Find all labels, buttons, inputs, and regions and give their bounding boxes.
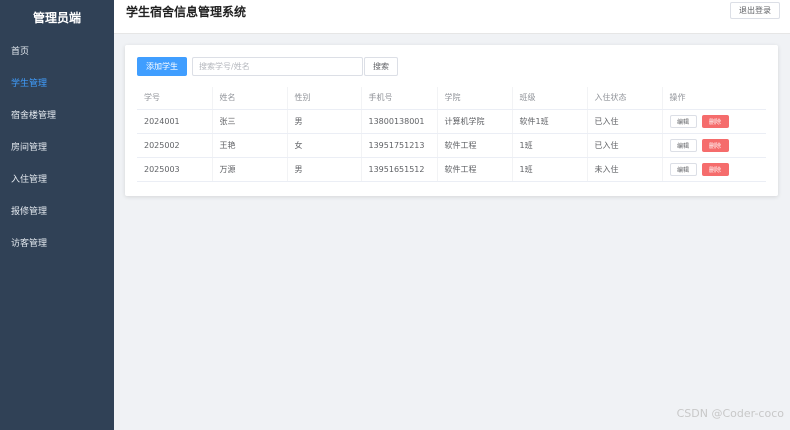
sidebar-item-home[interactable]: 首页 [0, 36, 114, 68]
search-button[interactable]: 搜索 [364, 57, 398, 76]
cell-phone: 13951751213 [361, 133, 438, 158]
column-header-actions: 操作 [662, 87, 766, 110]
cell-class: 1班 [512, 133, 588, 158]
sidebar-item-students[interactable]: 学生管理 [0, 68, 114, 100]
cell-student-id: 2025002 [137, 133, 213, 158]
cell-class: 1班 [512, 157, 588, 182]
table-header-row: 学号 姓名 性别 手机号 学院 班级 入住状态 操作 [137, 87, 766, 110]
cell-name: 万源 [212, 157, 288, 182]
cell-name: 王艳 [212, 133, 288, 158]
cell-actions: 编辑 删除 [662, 109, 766, 134]
cell-status: 未入住 [587, 157, 663, 182]
column-header-status: 入住状态 [587, 87, 663, 110]
sidebar-menu: 首页 学生管理 宿舍楼管理 房间管理 入住管理 报修管理 访客管理 [0, 36, 114, 260]
student-card: 添加学生 搜索 学号 姓名 性别 手机号 学院 班级 入住状态 操作 202 [125, 45, 778, 196]
edit-button[interactable]: 编辑 [669, 138, 697, 152]
sidebar-item-checkin[interactable]: 入住管理 [0, 164, 114, 196]
cell-actions: 编辑 删除 [662, 133, 766, 158]
delete-button[interactable]: 删除 [701, 114, 729, 128]
cell-status: 已入住 [587, 109, 663, 134]
cell-gender: 男 [287, 157, 362, 182]
sidebar: 管理员端 首页 学生管理 宿舍楼管理 房间管理 入住管理 报修管理 访客管理 [0, 0, 114, 430]
delete-button[interactable]: 删除 [701, 162, 729, 176]
cell-college: 软件工程 [437, 133, 513, 158]
column-header-name: 姓名 [212, 87, 288, 110]
column-header-phone: 手机号 [361, 87, 438, 110]
sidebar-item-repairs[interactable]: 报修管理 [0, 196, 114, 228]
sidebar-item-visitors[interactable]: 访客管理 [0, 228, 114, 260]
table-row: 2025002 王艳 女 13951751213 软件工程 1班 已入住 编辑删… [137, 133, 766, 158]
main-content: 添加学生 搜索 学号 姓名 性别 手机号 学院 班级 入住状态 操作 202 [114, 34, 790, 430]
search-input[interactable] [192, 57, 363, 76]
column-header-college: 学院 [437, 87, 513, 110]
column-header-gender: 性别 [287, 87, 362, 110]
delete-button[interactable]: 删除 [701, 138, 729, 152]
cell-class: 软件1班 [512, 109, 588, 134]
edit-button[interactable]: 编辑 [669, 114, 697, 128]
cell-name: 张三 [212, 109, 288, 134]
cell-college: 软件工程 [437, 157, 513, 182]
cell-gender: 男 [287, 109, 362, 134]
cell-status: 已入住 [587, 133, 663, 158]
edit-button[interactable]: 编辑 [669, 162, 697, 176]
sidebar-item-buildings[interactable]: 宿舍楼管理 [0, 100, 114, 132]
logout-button[interactable]: 退出登录 [730, 2, 780, 19]
cell-actions: 编辑 删除 [662, 157, 766, 182]
cell-student-id: 2024001 [137, 109, 213, 134]
watermark: CSDN @Coder-coco [676, 407, 784, 420]
student-table: 学号 姓名 性别 手机号 学院 班级 入住状态 操作 2024001 张三 男 … [137, 87, 766, 182]
cell-student-id: 2025003 [137, 157, 213, 182]
header: 学生宿舍信息管理系统 退出登录 [114, 0, 790, 34]
table-row: 2025003 万源 男 13951651512 软件工程 1班 未入住 编辑删… [137, 157, 766, 182]
cell-gender: 女 [287, 133, 362, 158]
add-student-button[interactable]: 添加学生 [137, 57, 187, 76]
cell-college: 计算机学院 [437, 109, 513, 134]
column-header-id: 学号 [137, 87, 213, 110]
sidebar-item-rooms[interactable]: 房间管理 [0, 132, 114, 164]
column-header-class: 班级 [512, 87, 588, 110]
toolbar: 添加学生 搜索 [137, 57, 398, 76]
sidebar-title: 管理员端 [32, 11, 81, 25]
table-row: 2024001 张三 男 13800138001 计算机学院 软件1班 已入住 … [137, 109, 766, 134]
cell-phone: 13951651512 [361, 157, 438, 182]
cell-phone: 13800138001 [361, 109, 438, 134]
page-title: 学生宿舍信息管理系统 [126, 5, 247, 19]
